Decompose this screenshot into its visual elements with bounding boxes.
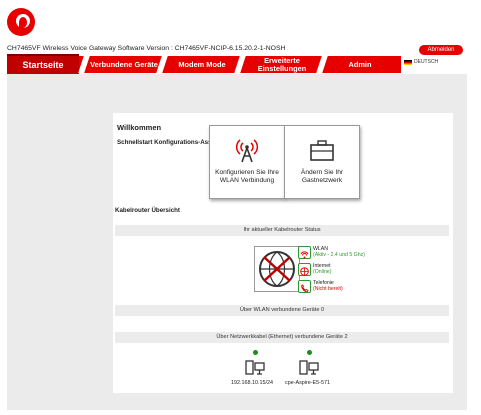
internet-status-detail: (Online) [313,269,332,275]
guest-network-label: Ändern Sie Ihr Gastnetzwerk [300,169,344,184]
german-flag-icon [404,59,412,65]
briefcase-icon [310,140,334,161]
phone-icon [298,280,311,293]
tab-erweiterte-einstellungen[interactable]: Erweiterte Einstellungen [245,56,319,73]
ethernet-device-label[interactable]: 192.168.10.15/24 [231,380,273,386]
wlan-devices-header: Über WLAN verbundene Geräte 0 [115,305,449,316]
wlan-status[interactable]: WLAN (Aktiv - 2.4 und 5 Ghz) [298,246,365,259]
tab-verbundene-geraete[interactable]: Verbundene Geräte [89,56,159,73]
device-online-indicator [253,350,258,355]
wifi-icon [298,246,311,259]
computer-icon[interactable] [245,360,265,376]
telephony-status[interactable]: Telefonie (Nicht bereit) [298,280,343,293]
globe-icon [259,251,295,287]
language-selector[interactable]: DEUTSCH [404,59,438,65]
overview-heading: Kabelrouter Übersicht [115,207,180,214]
status-header: Ihr aktueller Kabelrouter Status [115,225,449,236]
ethernet-device-label[interactable]: cpe-Aspire-E5-571 [285,380,330,386]
wlan-status-detail: (Aktiv - 2.4 und 5 Ghz) [313,252,365,258]
ethernet-devices-header: Über Netzwerkkabel (Ethernet) verbundene… [115,332,449,343]
tab-admin[interactable]: Admin [327,56,393,73]
wifi-antenna-icon [235,139,259,163]
vodafone-logo [7,8,35,36]
language-label: DEUTSCH [414,59,439,65]
wlan-config-label: Konfigurieren Sie Ihre WLAN Verbindung [215,169,279,184]
internet-status[interactable]: Internet (Online) [298,263,331,276]
tab-modem-mode[interactable]: Modem Mode [167,56,237,73]
computer-icon[interactable] [299,360,319,376]
internet-globe-icon [298,263,311,276]
telephony-status-detail: (Nicht bereit) [313,286,343,292]
main-nav: Startseite Verbundene Geräte Modem Mode … [7,54,401,75]
logout-button[interactable]: Abmelden [419,45,463,55]
router-status-image [254,246,300,292]
device-online-indicator [307,350,312,355]
welcome-heading: Willkommen [117,123,162,132]
tab-startseite[interactable]: Startseite [7,54,79,75]
wlan-config-card[interactable]: Konfigurieren Sie Ihre WLAN Verbindung [209,125,285,199]
guest-network-card[interactable]: Ändern Sie Ihr Gastnetzwerk [284,125,360,199]
device-info: CH7465VF Wireless Voice Gateway Software… [7,45,286,52]
